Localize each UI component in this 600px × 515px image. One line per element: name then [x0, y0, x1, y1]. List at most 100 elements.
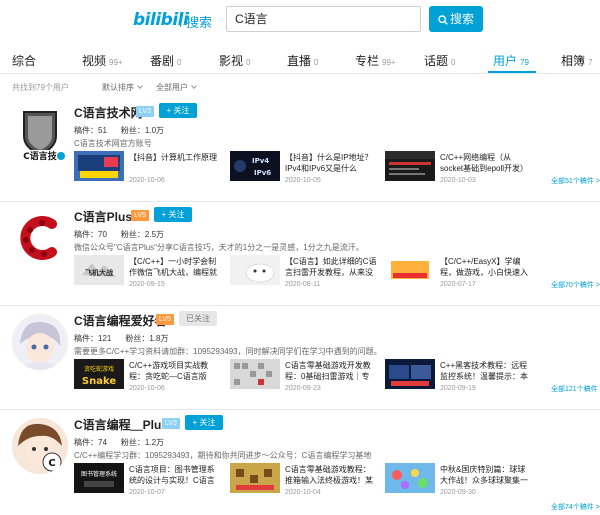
video-thumbnail[interactable]: 图书管理系统: [74, 463, 124, 493]
video-item[interactable]: C语言零基础游戏开发教程：0基础扫雷游戏｜专 2020-09-23: [230, 359, 380, 395]
video-title[interactable]: 中秋&国庆特别篇：球球大作战！众多球球聚集一: [440, 464, 532, 486]
svg-text:贪吃蛇游戏: 贪吃蛇游戏: [84, 365, 114, 373]
avatar[interactable]: [12, 210, 68, 266]
tab-user[interactable]: 用户 79: [493, 52, 529, 69]
tab-count: 7: [588, 58, 593, 67]
tab-label: 相簿: [561, 54, 586, 68]
user-description: C/C++编程学习群：1095293493，期待和你共同进步～公众号：C语言编程…: [74, 451, 372, 460]
user-card: C C语言编程＿Plus LV3 + 关注 稿件：74 粉丝：1.2万 C/C++…: [0, 410, 600, 515]
avatar[interactable]: C: [12, 418, 68, 474]
tab-bangumi[interactable]: 番剧 0: [150, 52, 181, 69]
fans-count: 粉丝：2.5万: [120, 230, 165, 239]
tab-count: 0: [246, 58, 251, 67]
tab-topic[interactable]: 话题 0: [424, 52, 455, 69]
video-title[interactable]: C语言零基础游戏开发教程：0基础扫雷游戏｜专: [285, 360, 377, 382]
avatar[interactable]: [12, 314, 68, 370]
video-item[interactable]: 飞机大战 【C/C++】一小时学会制作微信飞机大战，编程就 2020-09-15: [74, 255, 224, 291]
tab-album[interactable]: 相簿 7: [561, 52, 592, 69]
video-item[interactable]: 贪吃蛇游戏 Snake C/C++游戏项目实战教程：贪吃蛇—C语言版 2020-1…: [74, 359, 224, 395]
video-item[interactable]: 中秋&国庆特别篇：球球大作战！众多球球聚集一 2020-09-30: [385, 463, 535, 499]
follow-button[interactable]: + 关注: [159, 103, 197, 118]
level-badge: LV3: [162, 418, 180, 429]
user-name[interactable]: C语言编程＿Plus: [74, 416, 168, 433]
video-date: 2020-10-06: [129, 385, 165, 392]
user-type-dropdown[interactable]: 全部用户: [156, 82, 196, 93]
user-card: C语言Plus LV5 + 关注 稿件：70 粉丝：2.5万 微信公众号"C语言P…: [0, 202, 600, 306]
user-description: C语言技术网官方账号: [74, 139, 152, 148]
works-count: 稿件：121: [74, 334, 112, 343]
user-card: C语言编程爱好者 LV5 已关注 稿件：121 粉丝：1.8万 需要更多C/C++…: [0, 306, 600, 410]
user-name[interactable]: C语言Plus: [74, 208, 132, 225]
video-thumbnail[interactable]: [385, 151, 435, 181]
svg-text:C: C: [48, 458, 55, 469]
tab-label: 用户: [493, 54, 518, 68]
anime-c-avatar-icon: C: [12, 418, 68, 474]
level-badge: LV5: [131, 210, 149, 221]
video-item[interactable]: IPv4 IPv6 【抖音】什么是IP地址？IPv4和IPv6又是什么 2020-…: [230, 151, 380, 187]
search-input[interactable]: C语言: [226, 6, 421, 32]
video-item[interactable]: C/C++网络编程（从socket基础到epoll开发） 2020-10-03: [385, 151, 535, 187]
video-item[interactable]: 【C/C++/EasyX】学编程，做游戏，小白快速入 2020-07-17: [385, 255, 535, 291]
all-videos-link[interactable]: 全部70个稿件 >: [551, 280, 600, 290]
all-videos-link[interactable]: 全部51个稿件 >: [551, 176, 600, 186]
fans-count: 粉丝：1.8万: [125, 334, 169, 343]
active-tab-indicator: [488, 71, 536, 73]
video-thumbnail[interactable]: 飞机大战: [74, 255, 124, 285]
video-date: 2020-10-07: [129, 489, 165, 496]
video-title[interactable]: 【C/C++】一小时学会制作微信飞机大战，编程就: [129, 256, 221, 278]
video-date: 2020-10-04: [285, 489, 321, 496]
video-thumbnail[interactable]: [230, 359, 280, 389]
video-thumbnail[interactable]: 贪吃蛇游戏 Snake: [74, 359, 124, 389]
video-item[interactable]: 图书管理系统 C语言项目：图书管理系统的设计与实现！C语言 2020-10-07: [74, 463, 224, 499]
shield-logo-icon: C语言技: [16, 111, 65, 162]
user-name[interactable]: C语言编程爱好者: [74, 312, 167, 329]
tab-video[interactable]: 视频 99+: [82, 52, 123, 69]
all-videos-link[interactable]: 全部74个稿件 >: [551, 502, 600, 512]
video-title[interactable]: 【抖音】什么是IP地址？IPv4和IPv6又是什么: [285, 152, 377, 174]
follow-button[interactable]: + 关注: [154, 207, 192, 222]
video-thumbnail[interactable]: [385, 359, 435, 389]
video-item[interactable]: 【C语言】如此详细的C语言扫雷开发教程，从来没 2020-08-11: [230, 255, 380, 291]
video-item[interactable]: 【抖音】计算机工作原理 2020-10-06: [74, 151, 224, 187]
tab-label: 直播: [287, 54, 312, 68]
video-title[interactable]: C/C++游戏项目实战教程：贪吃蛇—C语言版: [129, 360, 221, 382]
follow-button[interactable]: + 关注: [185, 415, 223, 430]
svg-text:Snake: Snake: [82, 376, 116, 387]
tab-label: 影视: [219, 54, 244, 68]
tab-label: 综合: [12, 54, 37, 68]
svg-text:IPv4: IPv4: [252, 157, 269, 165]
video-title[interactable]: 【抖音】计算机工作原理: [129, 152, 221, 174]
video-title[interactable]: 【C语言】如此详细的C语言扫雷开发教程，从来没: [285, 256, 377, 278]
level-badge: LV3: [136, 106, 154, 117]
video-thumbnail[interactable]: [385, 463, 435, 493]
video-title[interactable]: C语言零基础游戏教程：推箱输入法终极游戏！某: [285, 464, 377, 486]
user-name[interactable]: C语言技术网: [74, 104, 143, 121]
video-title[interactable]: C/C++网络编程（从socket基础到epoll开发）: [440, 152, 532, 174]
search-type-tabs: 综合 视频 99+ 番剧 0 影视 0 直播 0 专栏 99+ 话题 0 用户 79 相簿 7: [0, 46, 600, 74]
svg-text:C语言技: C语言技: [23, 150, 58, 162]
video-title[interactable]: C++黑客技术教程：远程监控系统！温馨提示：本: [440, 360, 532, 382]
video-title[interactable]: C语言项目：图书管理系统的设计与实现！C语言: [129, 464, 221, 486]
video-title[interactable]: 【C/C++/EasyX】学编程，做游戏，小白快速入: [440, 256, 532, 278]
video-date: 2020-09-23: [285, 385, 321, 392]
tab-article[interactable]: 专栏 99+: [355, 52, 396, 69]
search-button-label: 搜索: [449, 12, 474, 26]
video-date: 2020-07-17: [440, 281, 476, 288]
video-item[interactable]: C语言零基础游戏教程：推箱输入法终极游戏！某 2020-10-04: [230, 463, 380, 499]
video-thumbnail[interactable]: [74, 151, 124, 181]
all-videos-link[interactable]: 全部121个稿件 >: [551, 384, 600, 394]
video-thumbnail[interactable]: [385, 255, 435, 285]
video-thumbnail[interactable]: IPv4 IPv6: [230, 151, 280, 181]
video-thumbnail[interactable]: [230, 463, 280, 493]
video-thumbnail[interactable]: [230, 255, 280, 285]
tab-movie[interactable]: 影视 0: [219, 52, 250, 69]
logo-divider: [180, 13, 181, 27]
tab-count: 0: [314, 58, 319, 67]
tab-live[interactable]: 直播 0: [287, 52, 318, 69]
avatar[interactable]: C语言技: [12, 106, 68, 162]
sort-dropdown[interactable]: 默认排序: [102, 82, 142, 93]
search-button[interactable]: 搜索: [429, 6, 483, 32]
followed-button[interactable]: 已关注: [179, 311, 217, 326]
video-item[interactable]: C++黑客技术教程：远程监控系统！温馨提示：本 2020-09-19: [385, 359, 535, 395]
tab-all[interactable]: 综合: [12, 52, 36, 69]
